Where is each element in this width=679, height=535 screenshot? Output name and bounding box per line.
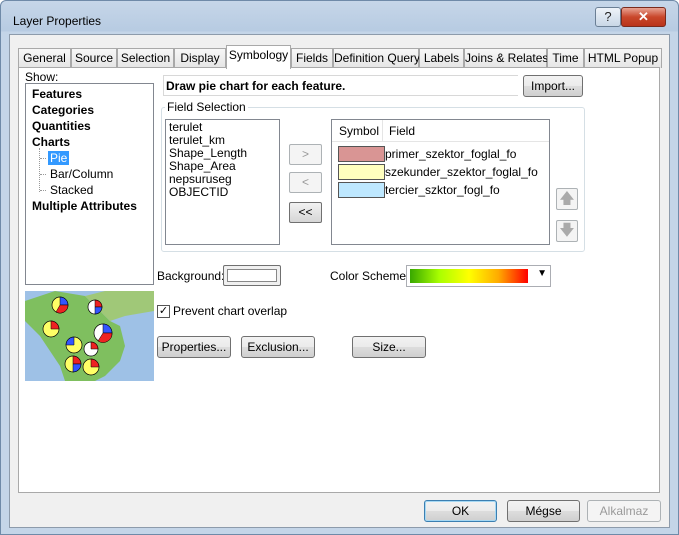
apply-button[interactable]: Alkalmaz — [587, 500, 661, 522]
show-label: Show: — [25, 70, 59, 84]
pie-marker — [93, 323, 113, 343]
table-header: Symbol Field — [332, 120, 549, 142]
column-header-field[interactable]: Field — [389, 124, 415, 138]
add-field-button[interactable]: > — [289, 144, 322, 165]
table-row[interactable]: tercier_szktor_fogl_fo — [332, 182, 549, 199]
move-up-button[interactable]: 🡅 — [556, 188, 578, 210]
ok-button[interactable]: OK — [424, 500, 497, 522]
tab-time[interactable]: Time — [547, 48, 584, 68]
move-down-button[interactable]: 🡇 — [556, 220, 578, 242]
table-row[interactable]: szekunder_szektor_foglal_fo — [332, 164, 549, 181]
tab-html-popup[interactable]: HTML Popup — [584, 48, 662, 68]
table-row[interactable]: primer_szektor_foglal_fo — [332, 146, 549, 163]
selected-fields-table: Symbol Field primer_szektor_foglal_fo sz… — [331, 119, 550, 245]
pie-marker — [51, 296, 69, 314]
field-name: tercier_szktor_fogl_fo — [385, 183, 500, 197]
symbol-swatch[interactable] — [338, 182, 385, 198]
size-button[interactable]: Size... — [352, 336, 426, 358]
tree-connector — [40, 158, 46, 159]
field-selection-legend: Field Selection — [165, 100, 248, 114]
pie-marker — [83, 341, 99, 357]
field-name: primer_szektor_foglal_fo — [385, 147, 517, 161]
tree-item-stacked[interactable]: Stacked — [50, 183, 93, 197]
tab-source[interactable]: Source — [71, 48, 117, 68]
tree-item-bar-column[interactable]: Bar/Column — [50, 167, 113, 181]
layer-properties-window: Layer Properties ? ✕ General Source Sele… — [0, 0, 679, 535]
window-title: Layer Properties — [13, 14, 102, 28]
remove-all-fields-button[interactable]: << — [289, 202, 322, 223]
tree-connector — [39, 148, 40, 192]
help-button[interactable]: ? — [595, 7, 621, 27]
tree-item-categories[interactable]: Categories — [32, 103, 94, 117]
symbol-swatch[interactable] — [338, 164, 385, 180]
available-fields-list[interactable]: terulet terulet_km Shape_Length Shape_Ar… — [165, 119, 280, 245]
close-button[interactable]: ✕ — [621, 7, 666, 27]
tab-labels[interactable]: Labels — [419, 48, 464, 68]
symbol-swatch[interactable] — [338, 146, 385, 162]
prevent-overlap-checkbox[interactable]: ✓ — [157, 305, 170, 318]
pie-marker — [65, 336, 83, 354]
arrow-down-icon: 🡇 — [559, 222, 575, 239]
exclusion-button[interactable]: Exclusion... — [241, 336, 315, 358]
chevron-down-icon: ▼ — [537, 268, 547, 279]
tree-item-quantities[interactable]: Quantities — [32, 119, 91, 133]
renderer-tree: Features Categories Quantities Charts Pi… — [25, 83, 154, 285]
dialog-client: General Source Selection Display Symbolo… — [9, 34, 670, 528]
tree-item-features[interactable]: Features — [32, 87, 82, 101]
color-scheme-dropdown[interactable]: ▼ — [406, 265, 551, 287]
tree-item-charts[interactable]: Charts — [32, 135, 70, 149]
tab-definition-query[interactable]: Definition Query — [333, 48, 420, 68]
tab-joins-relates[interactable]: Joins & Relates — [464, 48, 548, 68]
tab-display[interactable]: Display — [174, 48, 226, 68]
pie-marker — [64, 355, 82, 373]
tree-connector — [40, 190, 46, 191]
cancel-button[interactable]: Mégse — [507, 500, 580, 522]
tab-fields[interactable]: Fields — [291, 48, 333, 68]
list-item[interactable]: OBJECTID — [169, 186, 276, 199]
tree-item-pie[interactable]: Pie — [48, 151, 70, 165]
tab-general[interactable]: General — [18, 48, 71, 68]
background-color-button[interactable] — [223, 265, 281, 286]
prevent-overlap-label[interactable]: Prevent chart overlap — [173, 304, 287, 318]
tab-symbology[interactable]: Symbology — [226, 45, 291, 69]
color-scheme-label: Color Scheme: — [330, 269, 410, 283]
background-label: Background: — [157, 269, 225, 283]
remove-field-button[interactable]: < — [289, 172, 322, 193]
field-name: szekunder_szektor_foglal_fo — [385, 165, 538, 179]
color-ramp — [410, 269, 528, 283]
pie-marker — [82, 358, 100, 376]
column-header-symbol[interactable]: Symbol — [339, 124, 379, 138]
chart-preview-image — [25, 291, 154, 381]
tab-selection[interactable]: Selection — [117, 48, 174, 68]
tree-connector — [40, 174, 46, 175]
background-swatch — [227, 269, 277, 282]
properties-button[interactable]: Properties... — [157, 336, 231, 358]
column-divider — [382, 120, 383, 142]
pie-marker — [87, 299, 103, 315]
symbology-panel: Show: Features Categories Quantities Cha… — [18, 67, 660, 493]
arrow-up-icon: 🡅 — [559, 190, 575, 207]
renderer-description: Draw pie chart for each feature. — [163, 75, 518, 96]
pie-marker — [42, 320, 60, 338]
import-button[interactable]: Import... — [523, 75, 583, 97]
tree-item-multiple-attributes[interactable]: Multiple Attributes — [32, 199, 137, 213]
